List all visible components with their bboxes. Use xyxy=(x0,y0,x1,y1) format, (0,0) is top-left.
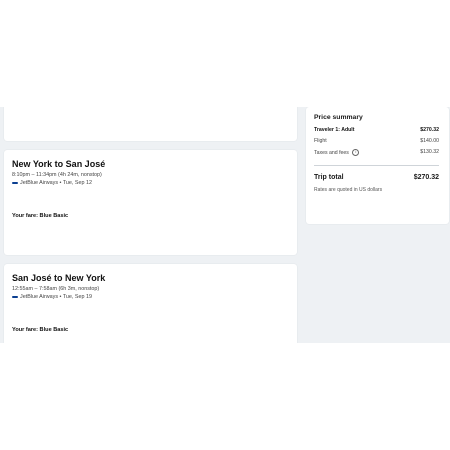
trip-total-row: Trip total $270.32 xyxy=(314,174,439,181)
taxes-amount: $130.32 xyxy=(420,149,439,155)
flight-airline: JetBlue Airways • Tue, Sep 12 xyxy=(12,180,92,186)
airline-logo-icon xyxy=(12,182,18,184)
flight-price-amount: $140.00 xyxy=(420,138,439,144)
flight-times: 12:55am – 7:58am (6h 3m, nonstop) xyxy=(12,286,100,292)
taxes-label: Taxes and fees xyxy=(314,149,349,156)
flight-card-outbound: New York to San José 8:10pm – 11:34pm (4… xyxy=(4,150,297,255)
price-summary-title: Price summary xyxy=(314,114,363,121)
price-summary-card: Price summary Traveler 1: Adult $270.32 … xyxy=(306,107,449,224)
flight-airline-label: JetBlue Airways • Tue, Sep 19 xyxy=(20,294,93,300)
flight-airline-label: JetBlue Airways • Tue, Sep 12 xyxy=(20,180,93,186)
airline-logo-icon xyxy=(12,296,18,298)
flight-times: 8:10pm – 11:34pm (4h 24m, nonstop) xyxy=(12,172,102,178)
info-icon[interactable]: i xyxy=(352,149,360,156)
flight-airline: JetBlue Airways • Tue, Sep 19 xyxy=(12,294,92,300)
flight-price-label: Flight xyxy=(314,138,327,144)
flight-card-return: San José to New York 12:55am – 7:58am (6… xyxy=(4,264,297,343)
taxes-row: Taxes and fees i $130.32 xyxy=(314,149,439,156)
trip-total-label: Trip total xyxy=(314,174,344,181)
taxes-label-group: Taxes and fees i xyxy=(314,149,360,156)
flight-price-row: Flight $140.00 xyxy=(314,138,439,144)
checkout-area: New York to San José 8:10pm – 11:34pm (4… xyxy=(0,107,450,343)
traveler-row: Traveler 1: Adult $270.32 xyxy=(314,127,439,133)
currency-note: Rates are quoted in US dollars xyxy=(314,187,383,193)
fare-type: Your fare: Blue Basic xyxy=(12,327,69,333)
flight-route: San José to New York xyxy=(12,273,106,283)
traveler-amount: $270.32 xyxy=(420,127,439,133)
trip-total-amount: $270.32 xyxy=(413,174,439,181)
previous-section-card xyxy=(4,107,297,141)
traveler-label: Traveler 1: Adult xyxy=(314,127,355,133)
flight-route: New York to San José xyxy=(12,159,106,169)
fare-type: Your fare: Blue Basic xyxy=(12,213,69,219)
price-divider xyxy=(314,165,439,166)
